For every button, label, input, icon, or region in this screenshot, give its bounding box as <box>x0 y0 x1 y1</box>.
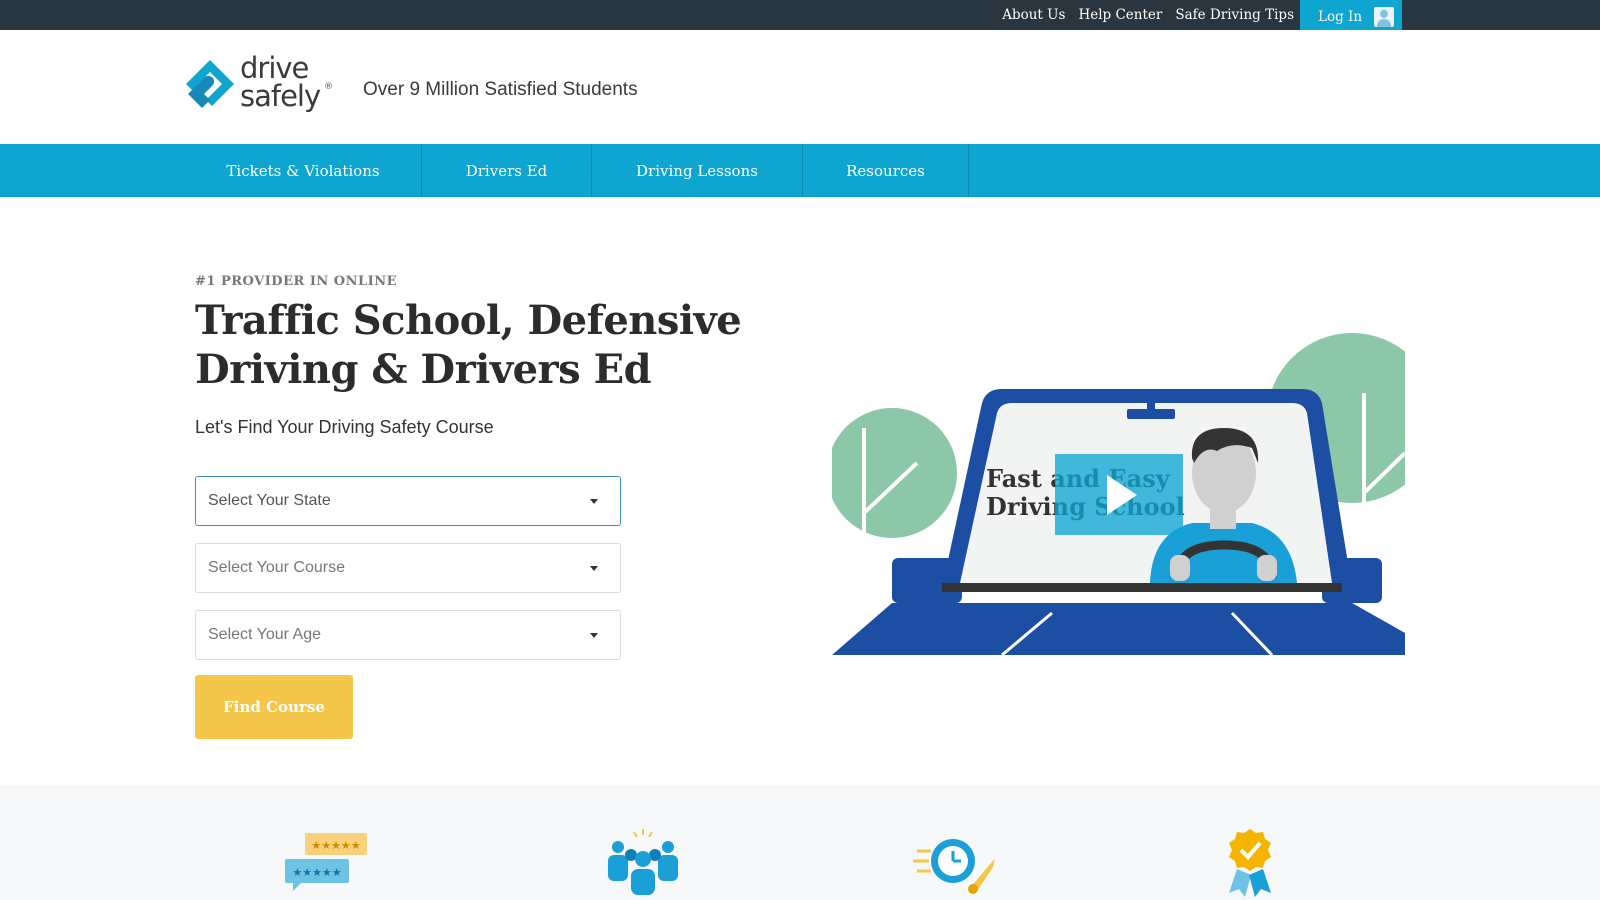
user-icon <box>1374 7 1395 27</box>
svg-text:★★★★★: ★★★★★ <box>311 839 360 852</box>
nav-tickets-violations[interactable]: Tickets & Violations <box>185 144 422 197</box>
age-select-value: Select Your Age <box>208 626 321 643</box>
logo-word-safely: safely <box>240 79 321 113</box>
logo-mark-icon <box>186 60 234 108</box>
hero-headline: Traffic School, Defensive Driving & Driv… <box>195 297 742 393</box>
svg-text:★★★★★: ★★★★★ <box>292 866 341 879</box>
caret-down-icon <box>590 566 598 571</box>
login-label: Log In <box>1318 9 1363 25</box>
fast-rocket-icon <box>913 839 995 894</box>
features-strip: ★★★★★ ★★★★★ <box>0 785 1600 900</box>
students-icon <box>608 829 678 895</box>
main-nav: Tickets & Violations Drivers Ed Driving … <box>0 144 1600 197</box>
nav-drivers-ed[interactable]: Drivers Ed <box>422 144 592 197</box>
play-button[interactable] <box>1055 454 1183 535</box>
utility-links: About Us Help Center Safe Driving Tips <box>1002 0 1294 30</box>
hero-eyebrow: #1 PROVIDER IN ONLINE <box>195 274 398 289</box>
nav-driving-lessons[interactable]: Driving Lessons <box>592 144 803 197</box>
reviews-icon: ★★★★★ ★★★★★ <box>285 833 367 891</box>
hero-subhead: Let's Find Your Driving Safety Course <box>195 417 494 437</box>
nav-resources[interactable]: Resources <box>803 144 969 197</box>
find-course-button[interactable]: Find Course <box>195 675 353 739</box>
safe-driving-tips-link[interactable]: Safe Driving Tips <box>1175 7 1294 23</box>
state-select-value: Select Your State <box>208 492 331 509</box>
course-select[interactable]: Select Your Course <box>195 543 621 593</box>
registered-mark: ® <box>324 82 333 92</box>
play-icon <box>1107 474 1137 515</box>
login-button[interactable]: Log In <box>1300 0 1402 34</box>
drivesafely-logo[interactable]: drive safely ® <box>182 54 334 118</box>
about-us-link[interactable]: About Us <box>1002 7 1065 23</box>
state-select[interactable]: Select Your State <box>195 476 621 526</box>
site-header: drive safely ® Over 9 Million Satisfied … <box>0 30 1600 144</box>
award-badge-icon <box>1229 829 1271 897</box>
caret-down-icon <box>590 499 598 504</box>
intro-video[interactable]: Fast and Easy Driving School <box>832 333 1405 655</box>
help-center-link[interactable]: Help Center <box>1078 7 1162 23</box>
header-tagline: Over 9 Million Satisfied Students <box>363 79 638 100</box>
course-select-value: Select Your Course <box>208 559 345 576</box>
age-select[interactable]: Select Your Age <box>195 610 621 660</box>
caret-down-icon <box>590 633 598 638</box>
